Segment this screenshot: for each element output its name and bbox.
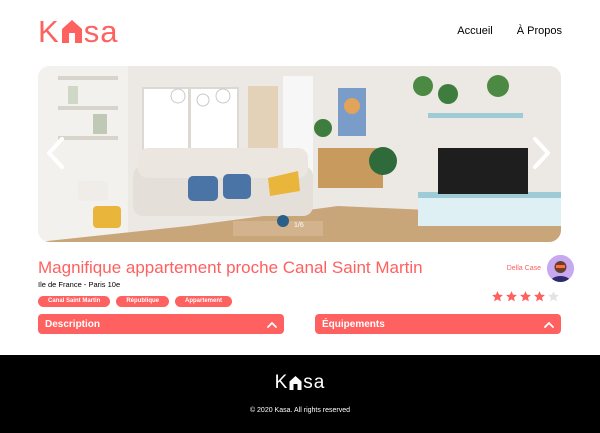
kasa-logo[interactable]: K sa	[38, 16, 118, 47]
tag-list: Canal Saint Martin République Appartemen…	[38, 296, 233, 307]
previous-arrow-icon[interactable]	[44, 136, 66, 170]
apartment-photo	[38, 66, 561, 242]
logo-letters-sa: sa	[83, 13, 119, 49]
logo-letter-k: K	[38, 13, 60, 49]
listing-title: Magnifique appartement proche Canal Sain…	[38, 258, 423, 277]
host-name: Della Case	[506, 265, 541, 272]
listing-location: Ile de France - Paris 10e	[38, 280, 121, 289]
main-nav: Accueil À Propos	[457, 25, 562, 37]
star-filled-icon	[506, 291, 517, 302]
house-icon	[289, 375, 302, 390]
equipements-collapse[interactable]: Équipements	[315, 314, 561, 334]
next-arrow-icon[interactable]	[531, 136, 553, 170]
slideshow: 1/6	[38, 66, 561, 242]
star-empty-icon	[548, 291, 559, 302]
equipements-collapse-label: Équipements	[322, 318, 385, 330]
copyright: © 2020 Kasa. All rights reserved	[249, 407, 351, 414]
star-filled-icon	[492, 291, 503, 302]
description-collapse-label: Description	[45, 318, 101, 330]
footer-logo: K sa	[0, 373, 600, 392]
footer-logo-letter-k: K	[274, 372, 289, 393]
nav-link-a-propos[interactable]: À Propos	[517, 25, 562, 37]
chevron-up-icon	[267, 321, 277, 328]
description-collapse[interactable]: Description	[38, 314, 284, 334]
header: K sa Accueil À Propos	[38, 12, 562, 50]
star-filled-icon	[520, 291, 531, 302]
tag: Appartement	[175, 296, 233, 307]
slide-counter: 1/6	[294, 222, 304, 229]
tag: Canal Saint Martin	[38, 296, 111, 307]
footer-logo-letters-sa: sa	[303, 372, 326, 393]
footer: K sa © 2020 Kasa. All rights reserved	[0, 355, 600, 433]
avatar	[547, 255, 574, 282]
host: Della Case	[507, 255, 574, 282]
chevron-up-icon	[544, 321, 554, 328]
rating-stars	[491, 290, 560, 303]
star-filled-icon	[534, 291, 545, 302]
house-icon	[61, 20, 82, 43]
nav-link-accueil[interactable]: Accueil	[457, 25, 492, 37]
tag: République	[116, 296, 170, 307]
